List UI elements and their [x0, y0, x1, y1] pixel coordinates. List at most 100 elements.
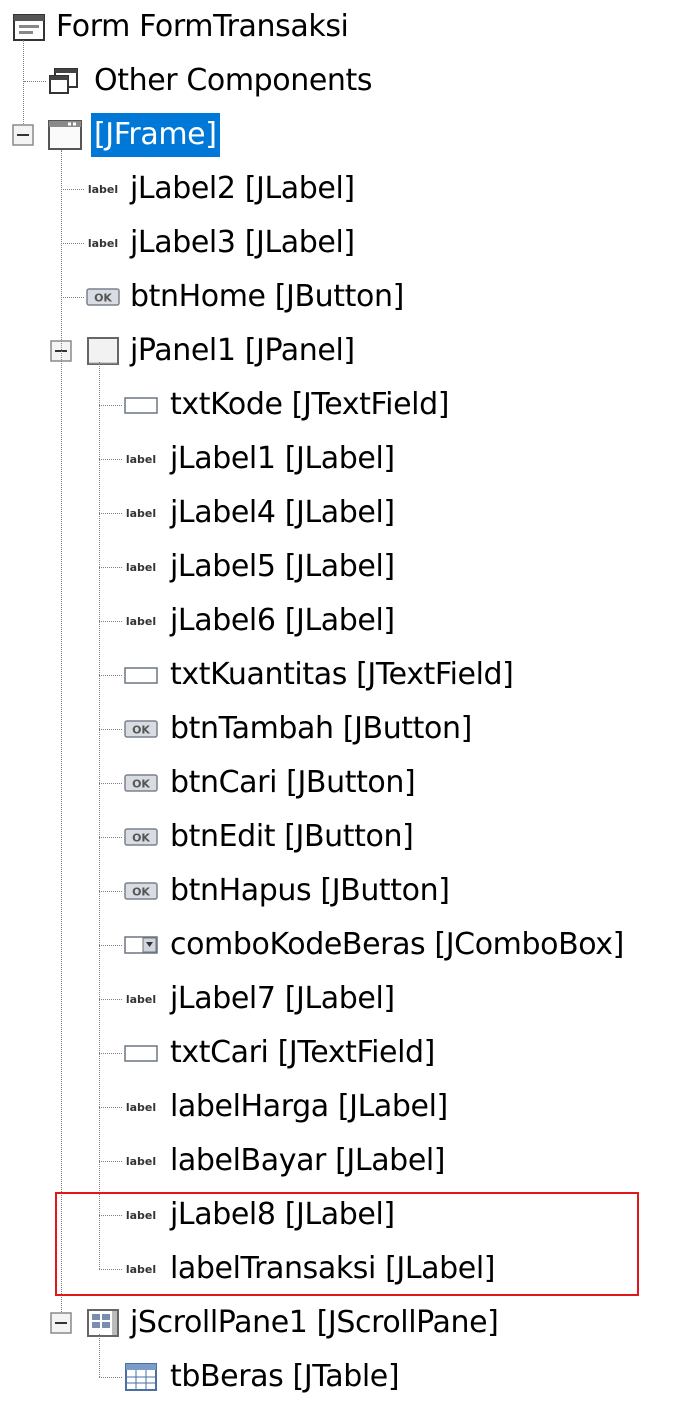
tree-connector-line [99, 1334, 100, 1377]
button-icon: OK [84, 278, 122, 316]
tree-node-label: jLabel6 [JLabel] [170, 603, 395, 638]
label-icon: label [122, 602, 160, 640]
tree-node-jlabel3-jlabel[interactable]: label jLabel3 [JLabel] [0, 216, 674, 270]
svg-text:label: label [126, 1155, 156, 1168]
tree-node-label: btnTambah [JButton] [170, 711, 472, 746]
panel-icon [84, 332, 122, 370]
svg-text:label: label [126, 1209, 156, 1222]
svg-text:label: label [88, 237, 118, 250]
tree-node-label: jLabel1 [JLabel] [170, 441, 395, 476]
tree-connector-line [99, 405, 122, 406]
tree-connector-line [61, 150, 62, 1312]
tree-node-jpanel1-jpanel[interactable]: jPanel1 [JPanel] [0, 324, 674, 378]
button-icon: OK [122, 872, 160, 910]
svg-text:label: label [126, 1263, 156, 1276]
label-icon: label [122, 494, 160, 532]
form-icon [10, 8, 48, 46]
tree-connector-line [99, 1215, 122, 1216]
tree-node-label: Other Components [94, 63, 373, 98]
tree-node-label: [JFrame] [91, 113, 220, 157]
tree-connector-line [99, 945, 122, 946]
label-icon: label [122, 1196, 160, 1234]
tree-connector-line [99, 729, 122, 730]
tree-node-form-formtransaksi[interactable]: Form FormTransaksi [0, 0, 674, 54]
other-components-icon [46, 62, 84, 100]
tree-node-label: jLabel2 [JLabel] [130, 171, 355, 206]
tree-node-label: labelHarga [JLabel] [170, 1089, 448, 1124]
tree-connector-line [99, 621, 122, 622]
textfield-icon [122, 656, 160, 694]
tree-connector-line [99, 1107, 122, 1108]
tree-node-jscrollpane1-jscrollpane[interactable]: jScrollPane1 [JScrollPane] [0, 1296, 674, 1350]
button-icon: OK [122, 764, 160, 802]
tree-connector-line [99, 1269, 122, 1270]
svg-text:label: label [126, 453, 156, 466]
tree-node-label: jPanel1 [JPanel] [130, 333, 355, 368]
textfield-icon [122, 386, 160, 424]
svg-text:label: label [88, 183, 118, 196]
tree-connector-line [99, 1377, 122, 1378]
tree-connector-line [99, 675, 122, 676]
tree-connector-line [99, 891, 122, 892]
tree-connector-line [99, 1161, 122, 1162]
tree-node-label: jLabel5 [JLabel] [170, 549, 395, 584]
tree-node-label: btnEdit [JButton] [170, 819, 414, 854]
tree-node-label: jLabel8 [JLabel] [170, 1197, 395, 1232]
tree-node-label: jLabel3 [JLabel] [130, 225, 355, 260]
tree-connector-line [24, 81, 46, 82]
svg-text:label: label [126, 561, 156, 574]
tree-node-label: labelTransaksi [JLabel] [170, 1251, 496, 1286]
scrollpane-icon [84, 1304, 122, 1342]
label-icon: label [122, 1088, 160, 1126]
button-icon: OK [122, 710, 160, 748]
tree-node-label: txtKode [JTextField] [170, 387, 450, 422]
component-tree: Form FormTransaksi Other Components [JFram… [0, 0, 674, 1396]
tree-node-label: comboKodeBeras [JComboBox] [170, 927, 624, 962]
svg-text:OK: OK [132, 832, 150, 845]
tree-node-label: Form FormTransaksi [56, 9, 349, 44]
tree-connector-line [23, 40, 24, 124]
tree-connector-line [61, 243, 84, 244]
tree-node-label: btnCari [JButton] [170, 765, 416, 800]
tree-connector-line [99, 513, 122, 514]
tree-connector-line [61, 189, 84, 190]
tree-connector-line [99, 362, 100, 1269]
tree-node-jframe[interactable]: [JFrame] [0, 108, 674, 162]
label-icon: label [84, 170, 122, 208]
label-icon: label [84, 224, 122, 262]
tree-node-label: jLabel4 [JLabel] [170, 495, 395, 530]
tree-connector-line [99, 567, 122, 568]
svg-text:OK: OK [94, 292, 112, 305]
label-icon: label [122, 440, 160, 478]
svg-text:label: label [126, 615, 156, 628]
tree-connector-line [99, 999, 122, 1000]
tree-node-label: txtKuantitas [JTextField] [170, 657, 514, 692]
tree-node-label: txtCari [JTextField] [170, 1035, 435, 1070]
tree-connector-line [99, 1053, 122, 1054]
tree-node-jlabel2-jlabel[interactable]: label jLabel2 [JLabel] [0, 162, 674, 216]
svg-text:label: label [126, 993, 156, 1006]
button-icon: OK [122, 818, 160, 856]
frame-icon [46, 116, 84, 154]
label-icon: label [122, 548, 160, 586]
tree-node-other-components[interactable]: Other Components [0, 54, 674, 108]
svg-text:OK: OK [132, 886, 150, 899]
tree-node-label: btnHapus [JButton] [170, 873, 450, 908]
svg-text:OK: OK [132, 778, 150, 791]
label-icon: label [122, 1142, 160, 1180]
tree-node-btnhome-jbutton[interactable]: OK btnHome [JButton] [0, 270, 674, 324]
tree-node-label: tbBeras [JTable] [170, 1359, 400, 1394]
tree-connector-line [99, 783, 122, 784]
label-icon: label [122, 1250, 160, 1288]
label-icon: label [122, 980, 160, 1018]
svg-text:label: label [126, 1101, 156, 1114]
textfield-icon [122, 1034, 160, 1072]
tree-node-label: labelBayar [JLabel] [170, 1143, 446, 1178]
table-icon [122, 1358, 160, 1396]
tree-node-label: btnHome [JButton] [130, 279, 404, 314]
svg-text:label: label [126, 507, 156, 520]
tree-connector-line [99, 837, 122, 838]
svg-text:OK: OK [132, 724, 150, 737]
tree-node-label: jScrollPane1 [JScrollPane] [130, 1305, 499, 1340]
tree-connector-line [99, 459, 122, 460]
